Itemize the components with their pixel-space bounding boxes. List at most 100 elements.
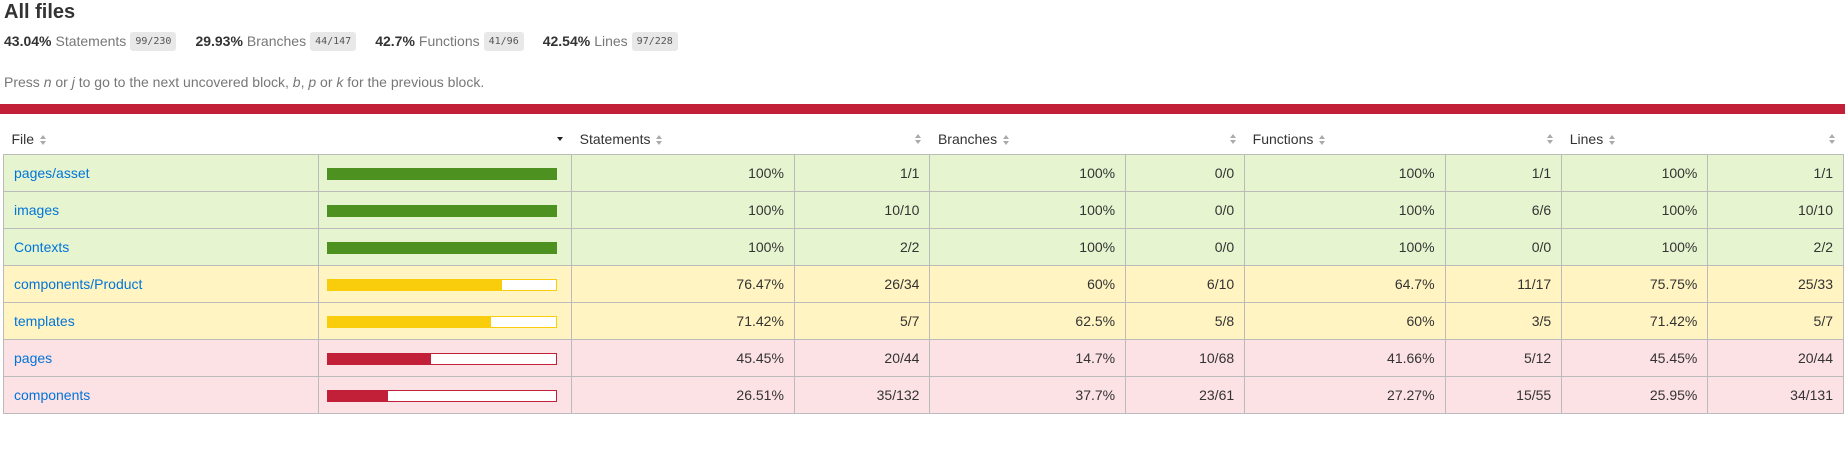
coverage-chart-cell <box>317 228 573 266</box>
column-header-statements-abs[interactable] <box>794 124 930 155</box>
hint-text: or <box>320 74 333 90</box>
functions-abs: 1/1 <box>1444 154 1563 192</box>
coverage-bar-fill <box>327 169 556 179</box>
lines-abs: 10/10 <box>1707 191 1844 229</box>
lines-pct: 75.75% <box>1561 265 1709 303</box>
functions-abs: 11/17 <box>1444 265 1563 303</box>
file-cell: pages/asset <box>3 154 319 192</box>
column-header-statements[interactable]: Statements <box>571 124 795 155</box>
column-header-lines-abs[interactable] <box>1707 124 1844 155</box>
hint-key-n: n <box>43 74 52 90</box>
lines-abs: 1/1 <box>1707 154 1844 192</box>
sort-icon <box>656 135 663 146</box>
summary-pct: 43.04% <box>4 33 52 49</box>
column-header-lines[interactable]: Lines <box>1561 124 1708 155</box>
summary-fraction: 41/96 <box>483 31 524 51</box>
column-label: Statements <box>579 131 651 147</box>
coverage-bar <box>326 205 557 217</box>
lines-pct: 45.45% <box>1561 339 1709 377</box>
lines-abs: 5/7 <box>1707 302 1844 340</box>
coverage-bar-fill <box>327 206 556 216</box>
file-cell: Contexts <box>3 228 319 266</box>
branches-abs: 0/0 <box>1125 228 1246 266</box>
sort-desc-icon <box>556 134 564 144</box>
hint-text: for the previous block. <box>347 74 485 90</box>
table-row: Contexts 100% 2/2 100% 0/0 100% 0/0 100%… <box>3 228 1844 266</box>
summary-branches: 29.93% Branches 44/147 <box>195 31 357 51</box>
file-link[interactable]: components/Product <box>14 276 142 292</box>
lines-pct: 100% <box>1561 154 1709 192</box>
branches-pct: 14.7% <box>929 339 1127 377</box>
statements-abs: 35/132 <box>793 376 931 414</box>
functions-abs: 5/12 <box>1444 339 1563 377</box>
column-header-branches[interactable]: Branches <box>929 124 1126 155</box>
hint-key-b: b <box>292 74 301 90</box>
coverage-bar-fill <box>327 243 556 253</box>
summary-pct: 29.93% <box>195 33 243 49</box>
lines-abs: 25/33 <box>1707 265 1844 303</box>
lines-abs: 20/44 <box>1707 339 1844 377</box>
lines-pct: 25.95% <box>1561 376 1709 414</box>
table-row: pages 45.45% 20/44 14.7% 10/68 41.66% 5/… <box>3 339 1844 377</box>
statements-abs: 1/1 <box>793 154 931 192</box>
coverage-bar-fill <box>327 317 491 327</box>
sort-icon <box>1229 134 1237 144</box>
coverage-table: File Statements Branches Functions Lines… <box>3 124 1844 414</box>
summary-functions: 42.7% Functions 41/96 <box>375 31 524 51</box>
file-cell: pages <box>3 339 319 377</box>
functions-abs: 3/5 <box>1444 302 1563 340</box>
file-link[interactable]: Contexts <box>14 239 69 255</box>
table-row: templates 71.42% 5/7 62.5% 5/8 60% 3/5 7… <box>3 302 1844 340</box>
sort-icon <box>914 134 922 144</box>
functions-abs: 6/6 <box>1444 191 1563 229</box>
summary-label: Branches <box>246 33 307 49</box>
file-link[interactable]: components <box>14 387 90 403</box>
summary-label: Functions <box>418 33 480 49</box>
statements-abs: 5/7 <box>793 302 931 340</box>
column-header-functions[interactable]: Functions <box>1244 124 1446 155</box>
statements-pct: 100% <box>571 228 795 266</box>
column-header-file[interactable]: File <box>3 124 319 155</box>
coverage-bar <box>326 279 557 291</box>
branches-pct: 100% <box>929 154 1127 192</box>
functions-pct: 27.27% <box>1244 376 1446 414</box>
functions-pct: 60% <box>1244 302 1446 340</box>
table-header-row: File Statements Branches Functions Lines <box>3 124 1844 155</box>
column-label: File <box>11 131 35 147</box>
hint-text: to go to the next uncovered block, <box>78 74 289 90</box>
functions-pct: 100% <box>1244 154 1446 192</box>
coverage-bar <box>326 390 557 402</box>
statements-abs: 26/34 <box>793 265 931 303</box>
sort-icon <box>1546 134 1554 144</box>
coverage-chart-cell <box>317 302 573 340</box>
coverage-bar <box>326 353 557 365</box>
functions-pct: 100% <box>1244 191 1446 229</box>
hint-text: , <box>300 74 305 90</box>
functions-abs: 0/0 <box>1444 228 1563 266</box>
file-cell: components <box>3 376 319 414</box>
sort-icon <box>1319 135 1326 146</box>
file-link[interactable]: templates <box>14 313 75 329</box>
branches-abs: 6/10 <box>1125 265 1246 303</box>
hint-key-p: p <box>308 74 317 90</box>
column-header-branches-abs[interactable] <box>1125 124 1245 155</box>
file-link[interactable]: images <box>14 202 59 218</box>
file-link[interactable]: pages <box>14 350 52 366</box>
lines-pct: 100% <box>1561 228 1709 266</box>
coverage-bar-fill <box>327 391 389 401</box>
lines-abs: 2/2 <box>1707 228 1844 266</box>
coverage-bar <box>326 242 557 254</box>
statements-pct: 26.51% <box>571 376 795 414</box>
hint-text: or <box>55 74 68 90</box>
column-header-functions-abs[interactable] <box>1445 124 1562 155</box>
statements-pct: 45.45% <box>571 339 795 377</box>
hint-key-k: k <box>336 74 344 90</box>
column-header-file-chart[interactable] <box>318 124 572 155</box>
summary-pct: 42.54% <box>542 33 591 49</box>
lines-pct: 71.42% <box>1561 302 1709 340</box>
file-link[interactable]: pages/asset <box>14 165 90 181</box>
functions-pct: 100% <box>1244 228 1446 266</box>
branches-pct: 62.5% <box>929 302 1127 340</box>
sort-icon <box>1828 134 1836 144</box>
statements-pct: 76.47% <box>571 265 795 303</box>
